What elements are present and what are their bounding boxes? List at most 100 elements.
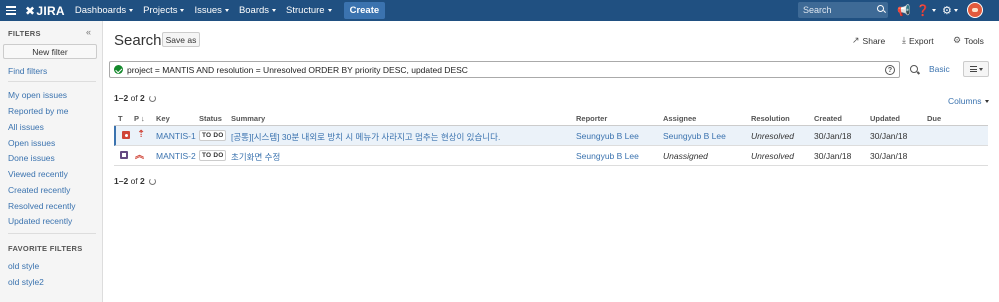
divider xyxy=(8,233,96,234)
refresh-icon[interactable] xyxy=(148,177,156,185)
sidebar-item-viewed-recently[interactable]: Viewed recently xyxy=(8,169,68,179)
column-due[interactable]: Due xyxy=(927,114,941,123)
tools-button[interactable]: ⚙ Tools xyxy=(953,35,984,46)
nav-issues[interactable]: Issues xyxy=(194,5,229,16)
chevron-down-icon xyxy=(180,9,185,12)
chevron-down-icon xyxy=(978,67,983,71)
columns-button[interactable]: Columns xyxy=(948,96,989,106)
column-key[interactable]: Key xyxy=(156,114,170,123)
gear-icon: ⚙ xyxy=(942,4,952,17)
epic-icon xyxy=(120,151,128,159)
bug-icon xyxy=(122,131,130,139)
updated-date: 30/Jan/18 xyxy=(870,151,908,161)
sidebar-heading: FILTERS xyxy=(8,29,41,38)
sidebar-item-all-issues[interactable]: All issues xyxy=(8,122,44,132)
column-reporter[interactable]: Reporter xyxy=(576,114,607,123)
chevron-down-icon xyxy=(931,8,936,12)
sidebar-item-created-recently[interactable]: Created recently xyxy=(8,185,70,195)
reporter-link[interactable]: Seungyub B Lee xyxy=(576,151,639,161)
jql-query-input[interactable]: project = MANTIS AND resolution = Unreso… xyxy=(109,61,900,78)
export-button[interactable]: ⤓ Export xyxy=(902,35,934,46)
jira-logo[interactable]: ✖ JIRA xyxy=(25,4,65,18)
app-switcher-icon[interactable] xyxy=(0,0,22,21)
chevron-down-icon xyxy=(272,9,277,12)
valid-query-icon xyxy=(114,65,123,74)
created-date: 30/Jan/18 xyxy=(814,151,852,161)
resolution-value: Unresolved xyxy=(751,151,794,161)
share-button[interactable]: ↗ Share xyxy=(852,35,885,46)
syntax-help-icon[interactable]: ? xyxy=(885,65,895,75)
share-icon: ↗ xyxy=(852,35,860,45)
new-filter-button[interactable]: New filter xyxy=(3,44,97,59)
table-row[interactable]: ︽ MANTIS-2 TO DO 초기화면 수정 Seungyub B Lee … xyxy=(114,146,988,166)
chevron-down-icon xyxy=(953,8,958,12)
reporter-link[interactable]: Seungyub B Lee xyxy=(576,131,639,141)
help-menu[interactable]: ❓ xyxy=(916,3,936,17)
help-icon: ❓ xyxy=(916,4,930,17)
issue-key-link[interactable]: MANTIS-2 xyxy=(156,151,196,161)
quick-search-input[interactable]: Search xyxy=(798,2,888,18)
favorite-filters-heading: FAVORITE FILTERS xyxy=(8,244,83,253)
assignee-link[interactable]: Seungyub B Lee xyxy=(663,131,726,141)
sidebar-item-done-issues[interactable]: Done issues xyxy=(8,153,55,163)
column-summary[interactable]: Summary xyxy=(231,114,265,123)
refresh-icon[interactable] xyxy=(148,94,156,102)
results-count: 1–2 of 2 xyxy=(114,93,156,103)
assignee-value: Unassigned xyxy=(663,151,708,161)
results-count-footer: 1–2 of 2 xyxy=(114,176,156,186)
sidebar-item-resolved-recently[interactable]: Resolved recently xyxy=(8,201,76,211)
notifications-icon[interactable]: 📢 xyxy=(897,3,911,17)
updated-date: 30/Jan/18 xyxy=(870,131,908,141)
issue-key-link[interactable]: MANTIS-1 xyxy=(156,131,196,141)
jql-query-text: project = MANTIS AND resolution = Unreso… xyxy=(127,64,468,75)
status-badge: TO DO xyxy=(199,130,227,141)
sort-descending-icon: ↓ xyxy=(140,114,145,123)
created-date: 30/Jan/18 xyxy=(814,131,852,141)
resolution-value: Unresolved xyxy=(751,131,794,141)
gear-icon: ⚙ xyxy=(953,35,962,45)
table-row[interactable]: ⇡ MANTIS-1 TO DO [공통][시스템] 30분 내외로 방치 시 … xyxy=(114,126,988,146)
column-status[interactable]: Status xyxy=(199,114,222,123)
sidebar-item-updated-recently[interactable]: Updated recently xyxy=(8,216,72,226)
top-navigation-bar: ✖ JIRA Dashboards Projects Issues Boards … xyxy=(0,0,999,21)
nav-boards[interactable]: Boards xyxy=(239,5,277,16)
column-priority[interactable]: P ↓ xyxy=(134,114,145,123)
column-assignee[interactable]: Assignee xyxy=(663,114,696,123)
priority-high-icon: ︽ xyxy=(135,150,145,160)
save-as-button[interactable]: Save as xyxy=(162,32,200,47)
chevron-down-icon xyxy=(224,9,229,12)
collapse-sidebar-icon[interactable]: « xyxy=(86,27,91,37)
status-badge: TO DO xyxy=(199,150,227,161)
issue-summary-link[interactable]: [공통][시스템] 30분 내외로 방치 시 메뉴가 사라지고 멈추는 현상이 … xyxy=(231,131,500,143)
list-view-icon xyxy=(969,66,977,72)
favorite-filter-old-style2[interactable]: old style2 xyxy=(8,277,44,287)
layout-switcher-button[interactable] xyxy=(963,61,989,77)
basic-mode-link[interactable]: Basic xyxy=(929,64,950,74)
column-type[interactable]: T xyxy=(118,114,123,123)
create-button[interactable]: Create xyxy=(343,2,386,19)
column-updated[interactable]: Updated xyxy=(870,114,900,123)
chevron-down-icon xyxy=(984,99,989,103)
sidebar-item-my-open-issues[interactable]: My open issues xyxy=(8,90,67,100)
find-filters-link[interactable]: Find filters xyxy=(8,66,47,76)
chevron-down-icon xyxy=(129,9,134,12)
sidebar-item-open-issues[interactable]: Open issues xyxy=(8,138,55,148)
nav-structure[interactable]: Structure xyxy=(286,5,332,16)
admin-menu[interactable]: ⚙ xyxy=(942,3,958,17)
favorite-filter-old-style[interactable]: old style xyxy=(8,261,39,271)
column-created[interactable]: Created xyxy=(814,114,842,123)
chevron-down-icon xyxy=(327,9,332,12)
priority-highest-icon: ⇡ xyxy=(137,129,146,140)
nav-projects[interactable]: Projects xyxy=(143,5,185,16)
export-icon: ⤓ xyxy=(902,35,906,45)
nav-dashboards[interactable]: Dashboards xyxy=(75,5,134,16)
page-title: Search xyxy=(114,32,162,49)
search-main-area: Search Save as ↗ Share ⤓ Export ⚙ Tools pro… xyxy=(104,21,999,302)
search-icon[interactable] xyxy=(910,65,918,73)
issue-table-header: T P ↓ Key Status Summary Reporter Assign… xyxy=(114,113,988,126)
user-avatar[interactable] xyxy=(967,2,983,18)
issue-summary-link[interactable]: 초기화면 수정 xyxy=(231,151,280,163)
divider xyxy=(8,81,96,82)
sidebar-item-reported-by-me[interactable]: Reported by me xyxy=(8,106,68,116)
column-resolution[interactable]: Resolution xyxy=(751,114,790,123)
